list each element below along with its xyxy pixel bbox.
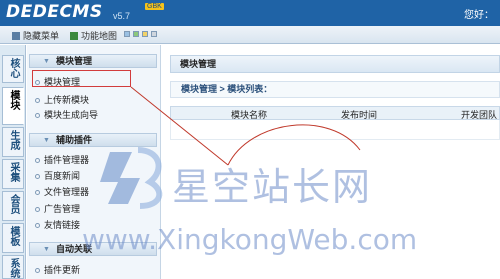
skin-yellow-button[interactable] (142, 31, 148, 37)
left-tab-nav: 核心 模块 生成 采集 会员 模板 系统 (0, 45, 26, 279)
bullet-icon (35, 268, 40, 273)
skin-gray-button[interactable] (151, 31, 157, 37)
menu-item-upload-module[interactable]: 上传新模块 (35, 94, 89, 106)
tab-member[interactable]: 会员 (2, 191, 24, 221)
menu-item-module-wizard[interactable]: 模块生成向导 (35, 109, 98, 121)
page-title: 模块管理 (170, 55, 500, 73)
tab-system[interactable]: 系统 (2, 255, 24, 279)
bullet-icon (35, 113, 40, 118)
app-header: DEDECMS v5.7 GBK 您好： (0, 0, 500, 26)
tab-generate[interactable]: 生成 (2, 127, 24, 157)
menu-item-plugin-manager[interactable]: 插件管理器 (35, 154, 89, 166)
user-greeting: 您好： (464, 10, 494, 21)
toolbar: 隐藏菜单 功能地图 (0, 26, 500, 44)
watermark-en: www.XingkongWeb.com (82, 223, 418, 256)
bullet-icon (35, 223, 40, 228)
menu-item-baidu-news[interactable]: 百度新闻 (35, 170, 80, 182)
menu-item-file-manager[interactable]: 文件管理器 (35, 186, 89, 198)
encoding-badge: GBK (145, 3, 164, 10)
version-label: v5.7 (113, 11, 131, 21)
bullet-icon (35, 207, 40, 212)
menu-group-module-manage[interactable]: ▼ 模块管理 (29, 54, 157, 68)
tab-core[interactable]: 核心 (2, 55, 24, 83)
watermark-cn: 星空站长网 (172, 165, 373, 209)
hide-menu-icon (12, 31, 20, 40)
menu-item-plugin-update[interactable]: 插件更新 (35, 264, 80, 276)
table-header: 模块名称 发布时间 开发团队 (170, 106, 500, 120)
bullet-icon (35, 158, 40, 163)
tab-template[interactable]: 模板 (2, 223, 24, 253)
dedecms-logo: DEDECMS (6, 2, 103, 22)
tab-collect[interactable]: 采集 (2, 159, 24, 189)
bullet-icon (35, 98, 40, 103)
skin-blue-button[interactable] (124, 31, 130, 37)
tab-modules[interactable]: 模块 (2, 87, 24, 125)
bullet-icon (35, 174, 40, 179)
collapse-arrow-icon: ▼ (43, 58, 50, 65)
highlight-box (32, 70, 131, 87)
site-map-button[interactable]: 功能地图 (70, 29, 117, 42)
menu-item-friend-links[interactable]: 友情链接 (35, 219, 80, 231)
hide-menu-button[interactable]: 隐藏菜单 (12, 29, 59, 42)
site-map-icon (70, 31, 78, 40)
collapse-arrow-icon: ▼ (43, 246, 50, 253)
bullet-icon (35, 190, 40, 195)
menu-item-ad-manage[interactable]: 广告管理 (35, 203, 80, 215)
menu-group-plugins[interactable]: ▼ 辅助插件 (29, 133, 157, 147)
site-map-label: 功能地图 (81, 31, 118, 41)
module-table-body (170, 120, 500, 140)
skin-green-button[interactable] (133, 31, 139, 37)
breadcrumb: 模块管理 > 模块列表： (170, 81, 500, 98)
collapse-arrow-icon: ▼ (43, 137, 50, 144)
hide-menu-label: 隐藏菜单 (23, 31, 60, 41)
